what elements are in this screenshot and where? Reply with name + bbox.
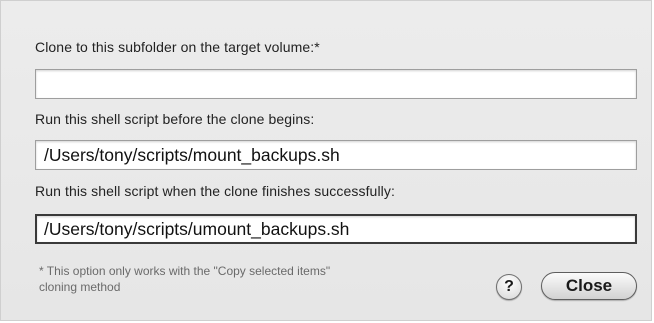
footnote-line-1: * This option only works with the "Copy … [39,264,331,278]
help-button[interactable]: ? [496,274,522,300]
footnote-line-2: cloning method [39,280,121,294]
subfolder-input[interactable] [35,69,637,99]
footnote: * This option only works with the "Copy … [39,263,459,295]
clone-options-dialog: Clone to this subfolder on the target vo… [0,0,652,321]
pre-script-label: Run this shell script before the clone b… [35,111,315,127]
post-script-label: Run this shell script when the clone fin… [35,183,395,199]
pre-script-input[interactable]: /Users/tony/scripts/mount_backups.sh [35,140,637,170]
post-script-input[interactable]: /Users/tony/scripts/umount_backups.sh [35,214,637,244]
close-button[interactable]: Close [541,272,637,300]
subfolder-label: Clone to this subfolder on the target vo… [35,39,320,55]
question-mark-icon: ? [504,278,514,295]
